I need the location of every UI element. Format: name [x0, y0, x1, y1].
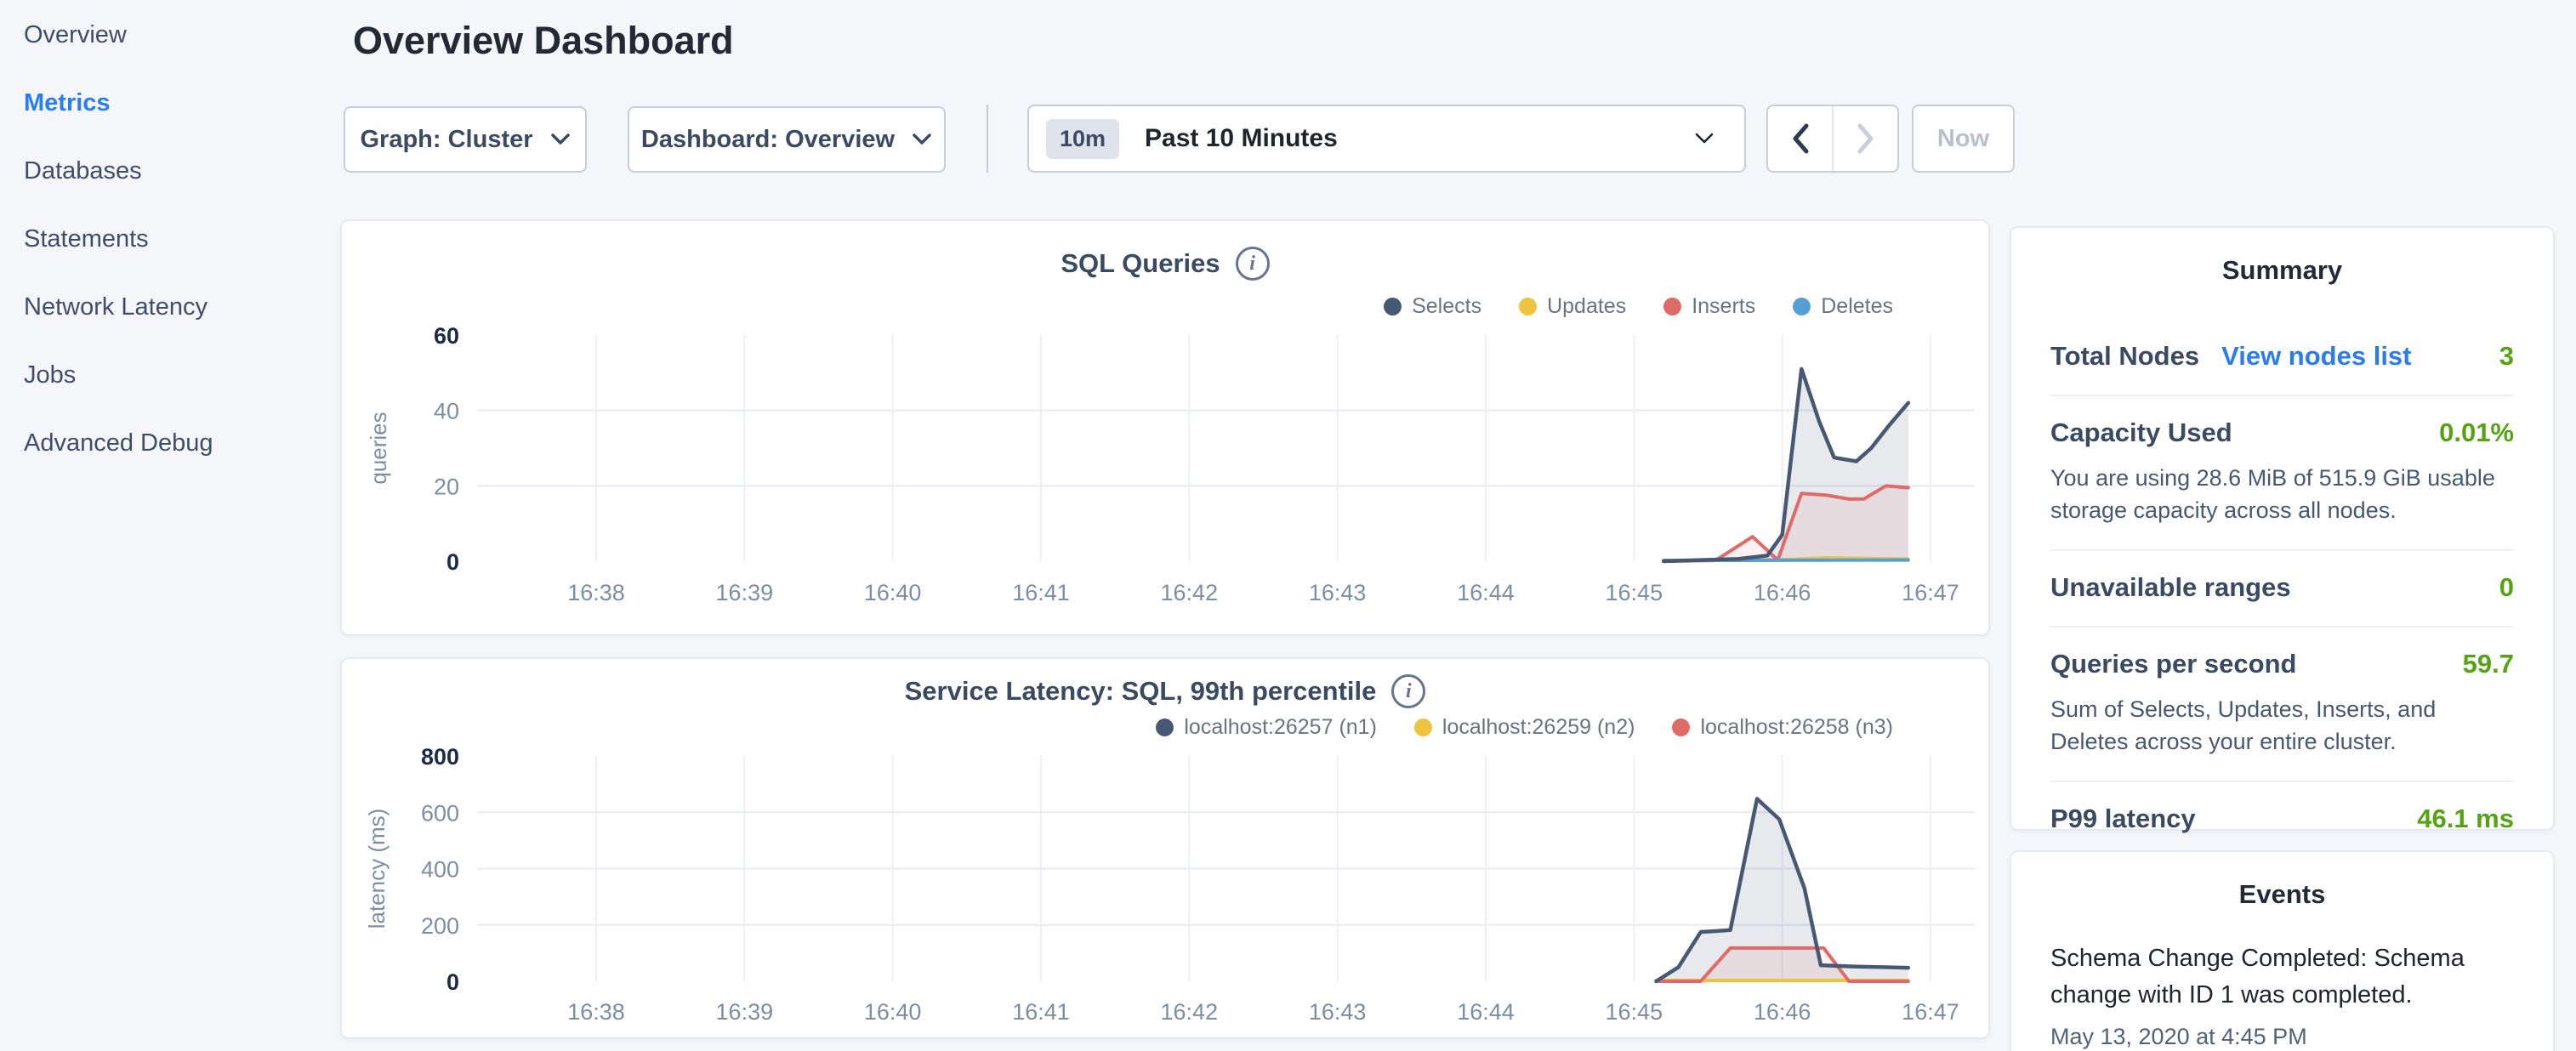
svg-text:16:46: 16:46: [1754, 580, 1811, 605]
svg-text:600: 600: [421, 800, 459, 826]
svg-text:16:41: 16:41: [1012, 580, 1070, 605]
unavailable-ranges-label: Unavailable ranges: [2050, 572, 2291, 603]
qps-note: Sum of Selects, Updates, Inserts, and De…: [2050, 693, 2514, 758]
graph-scope-dropdown[interactable]: Graph: Cluster: [344, 106, 587, 173]
qps-value: 59.7: [2463, 649, 2514, 679]
sql-queries-card: SQL Queries i SelectsUpdatesInsertsDelet…: [340, 219, 1990, 636]
time-step-buttons: [1766, 105, 1899, 173]
view-nodes-list-link[interactable]: View nodes list: [2221, 341, 2411, 372]
events-panel: Events Schema Change Completed: Schema c…: [2010, 850, 2555, 1051]
time-range-badge: 10m: [1046, 119, 1119, 159]
now-button[interactable]: Now: [1912, 105, 2015, 173]
time-step-forward-button[interactable]: [1832, 106, 1897, 171]
service-latency-card: Service Latency: SQL, 99th percentile i …: [340, 657, 1990, 1039]
summary-row-total-nodes: Total Nodes View nodes list 3: [2050, 320, 2514, 396]
controls-divider: [987, 105, 988, 173]
capacity-used-note: You are using 28.6 MiB of 515.9 GiB usab…: [2050, 462, 2514, 526]
capacity-used-label: Capacity Used: [2050, 418, 2232, 448]
summary-row-unavailable-ranges: Unavailable ranges 0: [2050, 551, 2514, 628]
sidebar-item-statements[interactable]: Statements: [24, 225, 149, 258]
svg-text:16:47: 16:47: [1902, 580, 1959, 605]
p99-latency-label: P99 latency: [2050, 804, 2196, 834]
svg-text:16:46: 16:46: [1754, 999, 1811, 1025]
chevron-down-icon: [550, 133, 571, 146]
capacity-used-value: 0.01%: [2439, 418, 2514, 448]
service-latency-chart[interactable]: 16:38 16:39 16:40 16:41 16:42 16:43 16:44 16:45…: [342, 659, 1992, 1041]
svg-text:16:38: 16:38: [567, 999, 625, 1025]
svg-text:60: 60: [434, 323, 459, 349]
svg-text:16:47: 16:47: [1902, 999, 1959, 1025]
svg-text:latency (ms): latency (ms): [364, 809, 390, 929]
svg-text:400: 400: [421, 857, 459, 883]
svg-text:16:43: 16:43: [1309, 999, 1367, 1025]
sidebar-item-metrics[interactable]: Metrics: [24, 89, 111, 122]
svg-text:16:42: 16:42: [1161, 580, 1219, 605]
time-range-selector[interactable]: 10m Past 10 Minutes: [1027, 105, 1746, 173]
svg-text:queries: queries: [366, 412, 391, 484]
sidebar-item-jobs[interactable]: Jobs: [24, 361, 76, 394]
svg-text:800: 800: [421, 744, 459, 770]
sidebar-item-network-latency[interactable]: Network Latency: [24, 293, 208, 326]
svg-text:16:44: 16:44: [1457, 580, 1515, 605]
svg-text:16:44: 16:44: [1457, 999, 1515, 1025]
svg-text:16:39: 16:39: [716, 999, 774, 1025]
svg-text:40: 40: [434, 399, 459, 424]
svg-text:16:42: 16:42: [1161, 999, 1219, 1025]
time-step-back-button[interactable]: [1768, 106, 1832, 171]
svg-text:16:38: 16:38: [567, 580, 625, 605]
time-range-label: Past 10 Minutes: [1145, 124, 1338, 153]
sidebar-item-advanced-debug[interactable]: Advanced Debug: [24, 429, 213, 462]
sidebar-item-databases[interactable]: Databases: [24, 157, 142, 190]
svg-text:16:40: 16:40: [864, 580, 922, 605]
event-text: Schema Change Completed: Schema change w…: [2050, 940, 2514, 1014]
svg-text:16:39: 16:39: [716, 580, 774, 605]
summary-panel: Summary Total Nodes View nodes list 3 Ca…: [2010, 226, 2555, 831]
svg-text:16:45: 16:45: [1606, 999, 1663, 1025]
dashboard-dropdown[interactable]: Dashboard: Overview: [628, 106, 946, 173]
summary-row-qps: Queries per second 59.7 Sum of Selects, …: [2050, 628, 2514, 782]
total-nodes-label: Total Nodes: [2050, 341, 2199, 372]
chevron-down-icon: [1693, 131, 1715, 146]
unavailable-ranges-value: 0: [2499, 572, 2514, 603]
svg-text:16:40: 16:40: [864, 999, 922, 1025]
svg-text:0: 0: [446, 969, 459, 995]
event-list-item[interactable]: Schema Change Completed: Schema change w…: [2050, 940, 2514, 1050]
overview-dashboard-page: Overview Metrics Databases Statements Ne…: [0, 0, 2576, 1051]
sidebar-item-overview[interactable]: Overview: [24, 21, 127, 54]
summary-row-capacity-used: Capacity Used 0.01% You are using 28.6 M…: [2050, 396, 2514, 551]
p99-latency-value: 46.1 ms: [2417, 804, 2514, 834]
event-timestamp: May 13, 2020 at 4:45 PM: [2050, 1024, 2514, 1050]
svg-text:0: 0: [446, 549, 459, 575]
events-title: Events: [2011, 852, 2553, 910]
dashboard-dropdown-label: Dashboard: Overview: [641, 126, 895, 154]
page-title: Overview Dashboard: [353, 19, 734, 63]
svg-text:200: 200: [421, 913, 459, 939]
svg-text:16:45: 16:45: [1606, 580, 1663, 605]
total-nodes-value: 3: [2499, 341, 2514, 372]
chevron-down-icon: [912, 133, 932, 146]
summary-row-p99-latency: P99 latency 46.1 ms: [2050, 782, 2514, 857]
sql-queries-chart[interactable]: 16:38 16:39 16:40 16:41 16:42 16:43 16:44 16:45…: [342, 221, 1992, 638]
svg-text:16:43: 16:43: [1309, 580, 1367, 605]
graph-scope-dropdown-label: Graph: Cluster: [360, 126, 532, 154]
svg-text:20: 20: [434, 474, 459, 499]
chevron-left-icon: [1791, 123, 1810, 154]
chevron-right-icon: [1857, 123, 1875, 154]
qps-label: Queries per second: [2050, 649, 2296, 679]
summary-title: Summary: [2011, 228, 2553, 286]
svg-text:16:41: 16:41: [1012, 999, 1070, 1025]
